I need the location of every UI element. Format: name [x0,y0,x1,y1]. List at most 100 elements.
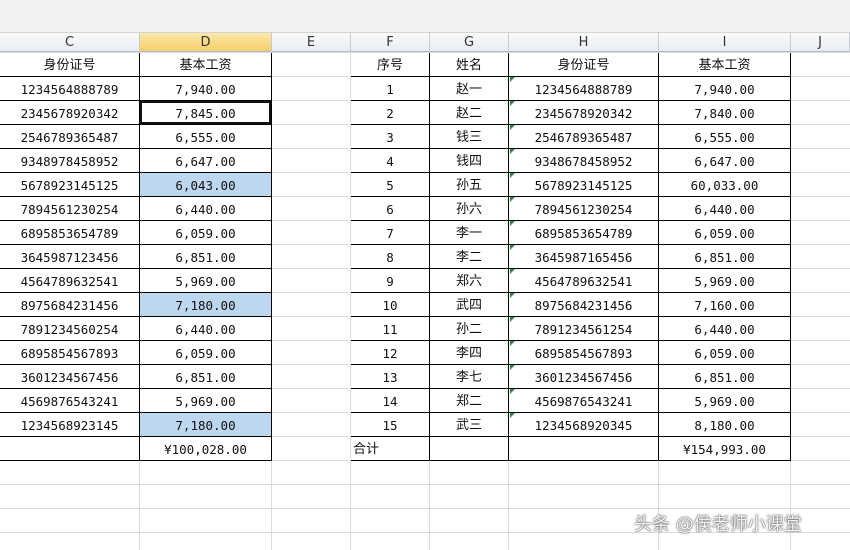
spreadsheet-grid[interactable]: C D E F G H I J 身份证号 基本工资 序号 姓名 身份证号 基本工资 1234… [0,33,850,550]
left-id-cell[interactable]: 8975684231456 [0,293,140,317]
left-id-cell[interactable]: 7891234560254 [0,317,140,341]
left-id-cell[interactable]: 4569876543241 [0,389,140,413]
right-name-cell[interactable]: 孙五 [430,173,509,197]
right-id-cell[interactable]: 8975684231456 [509,293,659,317]
right-serial-cell[interactable]: 1 [351,77,430,101]
right-salary-cell[interactable]: 6,440.00 [659,197,791,221]
left-salary-cell[interactable]: 7,940.00 [140,77,272,101]
right-salary-cell[interactable]: 6,851.00 [659,245,791,269]
right-name-cell[interactable]: 郑六 [430,269,509,293]
right-name-cell[interactable]: 孙六 [430,197,509,221]
column-header-j[interactable]: J [791,33,850,52]
left-salary-cell[interactable]: 7,180.00 [140,293,272,317]
left-id-cell[interactable]: 7894561230254 [0,197,140,221]
right-serial-cell[interactable]: 7 [351,221,430,245]
right-name-cell[interactable]: 武四 [430,293,509,317]
right-serial-cell[interactable]: 10 [351,293,430,317]
left-salary-cell[interactable]: 5,969.00 [140,269,272,293]
right-name-cell[interactable]: 钱四 [430,149,509,173]
left-salary-cell[interactable]: 7,845.00 [140,101,272,125]
left-header-base-salary[interactable]: 基本工资 [140,53,272,77]
right-id-cell[interactable]: 6895853654789 [509,221,659,245]
right-name-cell[interactable]: 郑二 [430,389,509,413]
left-salary-cell[interactable]: 5,969.00 [140,389,272,413]
right-serial-cell[interactable]: 14 [351,389,430,413]
left-id-cell[interactable]: 9348978458952 [0,149,140,173]
right-serial-cell[interactable]: 2 [351,101,430,125]
column-header-c[interactable]: C [0,33,140,52]
right-name-cell[interactable]: 赵二 [430,101,509,125]
right-name-cell[interactable]: 李七 [430,365,509,389]
column-header-i[interactable]: I [659,33,791,52]
right-id-cell[interactable]: 5678923145125 [509,173,659,197]
right-id-cell[interactable]: 6895854567893 [509,341,659,365]
left-id-cell[interactable]: 2345678920342 [0,101,140,125]
left-id-cell[interactable]: 4564789632541 [0,269,140,293]
right-header-base-salary[interactable]: 基本工资 [659,53,791,77]
left-salary-cell[interactable]: 6,851.00 [140,245,272,269]
right-salary-cell[interactable]: 7,940.00 [659,77,791,101]
right-id-cell[interactable]: 1234564888789 [509,77,659,101]
left-salary-cell[interactable]: 6,647.00 [140,149,272,173]
right-serial-cell[interactable]: 8 [351,245,430,269]
left-salary-cell[interactable]: 7,180.00 [140,413,272,437]
column-header-d[interactable]: D [140,33,272,52]
left-total-cell[interactable]: ¥100,028.00 [140,437,272,461]
right-salary-cell[interactable]: 6,647.00 [659,149,791,173]
right-salary-cell[interactable]: 8,180.00 [659,413,791,437]
right-serial-cell[interactable]: 12 [351,341,430,365]
left-salary-cell[interactable]: 6,059.00 [140,221,272,245]
right-name-cell[interactable]: 李四 [430,341,509,365]
right-name-cell[interactable]: 赵一 [430,77,509,101]
left-total-blank-cell[interactable] [0,437,140,461]
left-id-cell[interactable]: 2546789365487 [0,125,140,149]
right-serial-cell[interactable]: 6 [351,197,430,221]
left-id-cell[interactable]: 3645987123456 [0,245,140,269]
left-salary-cell[interactable]: 6,851.00 [140,365,272,389]
right-serial-cell[interactable]: 3 [351,125,430,149]
right-name-cell[interactable]: 李二 [430,245,509,269]
column-header-g[interactable]: G [430,33,509,52]
right-id-cell[interactable]: 9348678458952 [509,149,659,173]
left-id-cell[interactable]: 5678923145125 [0,173,140,197]
right-id-cell[interactable]: 2345678920342 [509,101,659,125]
left-id-cell[interactable]: 1234568923145 [0,413,140,437]
right-serial-cell[interactable]: 13 [351,365,430,389]
right-salary-cell[interactable]: 6,851.00 [659,365,791,389]
column-header-f[interactable]: F [351,33,430,52]
right-serial-cell[interactable]: 15 [351,413,430,437]
right-id-cell[interactable]: 7891234561254 [509,317,659,341]
right-salary-cell[interactable]: 6,059.00 [659,341,791,365]
right-salary-cell[interactable]: 60,033.00 [659,173,791,197]
right-salary-cell[interactable]: 7,840.00 [659,101,791,125]
right-name-cell[interactable]: 钱三 [430,125,509,149]
right-salary-cell[interactable]: 6,555.00 [659,125,791,149]
right-serial-cell[interactable]: 5 [351,173,430,197]
right-id-cell[interactable]: 2546789365487 [509,125,659,149]
left-id-cell[interactable]: 6895853654789 [0,221,140,245]
right-id-cell[interactable]: 1234568920345 [509,413,659,437]
left-salary-cell[interactable]: 6,440.00 [140,317,272,341]
right-name-cell[interactable]: 李一 [430,221,509,245]
left-id-cell[interactable]: 3601234567456 [0,365,140,389]
left-salary-cell[interactable]: 6,059.00 [140,341,272,365]
right-total-cell[interactable]: ¥154,993.00 [659,437,791,461]
right-salary-cell[interactable]: 5,969.00 [659,389,791,413]
right-id-cell[interactable]: 3645987165456 [509,245,659,269]
right-header-id-number[interactable]: 身份证号 [509,53,659,77]
right-serial-cell[interactable]: 4 [351,149,430,173]
right-salary-cell[interactable]: 5,969.00 [659,269,791,293]
right-salary-cell[interactable]: 6,059.00 [659,221,791,245]
left-salary-cell[interactable]: 6,043.00 [140,173,272,197]
right-total-blank-cell[interactable] [430,437,509,461]
right-id-cell[interactable]: 4564789632541 [509,269,659,293]
column-header-h[interactable]: H [509,33,659,52]
left-salary-cell[interactable]: 6,555.00 [140,125,272,149]
right-id-cell[interactable]: 4569876543241 [509,389,659,413]
right-salary-cell[interactable]: 6,440.00 [659,317,791,341]
left-salary-cell[interactable]: 6,440.00 [140,197,272,221]
right-total-label-cell[interactable]: 合计 [351,437,430,461]
right-name-cell[interactable]: 武三 [430,413,509,437]
left-id-cell[interactable]: 1234564888789 [0,77,140,101]
right-serial-cell[interactable]: 9 [351,269,430,293]
